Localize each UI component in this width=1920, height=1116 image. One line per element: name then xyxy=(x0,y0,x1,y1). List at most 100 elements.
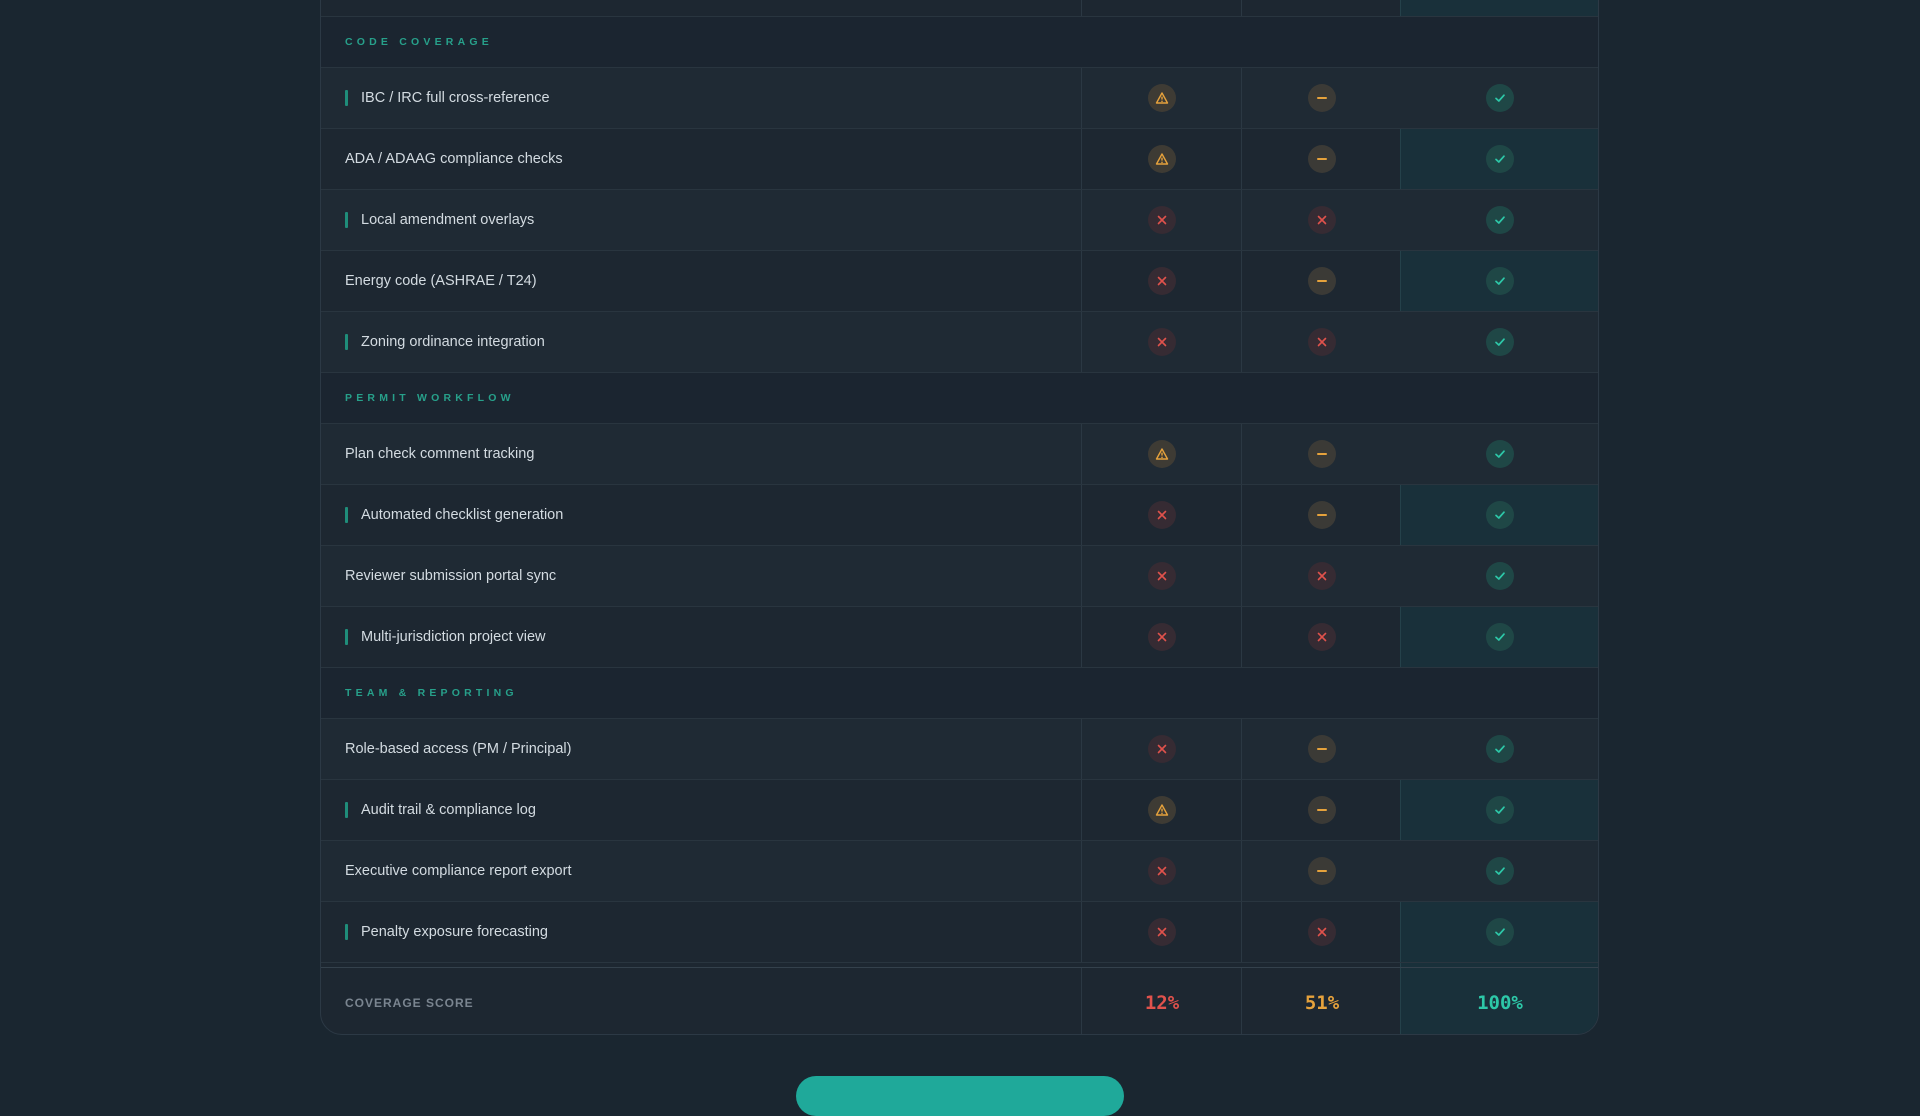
feature-label: Automated checklist generation xyxy=(345,485,563,545)
status-cell xyxy=(1081,129,1242,189)
row-accent-bar xyxy=(345,507,348,523)
status-cell xyxy=(1081,546,1242,606)
status-cell xyxy=(1241,902,1402,962)
status-cell xyxy=(1081,607,1242,667)
check-icon xyxy=(1486,562,1514,590)
close-x-icon xyxy=(1308,623,1336,651)
feature-row: Automated checklist generation xyxy=(321,485,1598,546)
status-cell xyxy=(1401,485,1598,545)
section-title: CODE COVERAGE xyxy=(345,36,493,48)
feature-label-text: Penalty exposure forecasting xyxy=(361,924,548,940)
close-x-icon xyxy=(1148,918,1176,946)
feature-row: Local amendment overlays xyxy=(321,190,1598,251)
row-accent-bar xyxy=(345,212,348,228)
feature-row: Zoning ordinance integration xyxy=(321,312,1598,373)
close-x-icon xyxy=(1148,501,1176,529)
coverage-score-label: COVERAGE SCORE xyxy=(345,995,474,1010)
feature-label-text: Audit trail & compliance log xyxy=(361,802,536,818)
feature-row: Audit trail & compliance log xyxy=(321,780,1598,841)
minus-icon xyxy=(1308,84,1336,112)
feature-row: ADA / ADAAG compliance checks xyxy=(321,129,1598,190)
section-header: CODE COVERAGE xyxy=(321,17,1598,68)
status-cell xyxy=(1401,68,1598,128)
feature-row: Penalty exposure forecasting xyxy=(321,902,1598,963)
status-cell xyxy=(1241,312,1402,372)
status-cell xyxy=(1241,129,1402,189)
close-x-icon xyxy=(1148,735,1176,763)
minus-icon xyxy=(1308,501,1336,529)
close-x-icon xyxy=(1308,918,1336,946)
minus-icon xyxy=(1308,857,1336,885)
comparison-table: CODE COVERAGE IBC / IRC full cross-refere… xyxy=(320,0,1599,1035)
score-competitor-a: 12% xyxy=(1144,991,1180,1014)
feature-label-text: Executive compliance report export xyxy=(345,863,572,879)
status-cell xyxy=(1081,902,1242,962)
close-x-icon xyxy=(1148,562,1176,590)
status-cell xyxy=(1401,607,1598,667)
check-icon xyxy=(1486,440,1514,468)
feature-label-text: Multi-jurisdiction project view xyxy=(361,629,546,645)
status-cell xyxy=(1241,424,1402,484)
minus-icon xyxy=(1308,145,1336,173)
section-header: TEAM & REPORTING xyxy=(321,668,1598,719)
feature-row: Role-based access (PM / Principal) xyxy=(321,719,1598,780)
warning-triangle-icon xyxy=(1148,84,1176,112)
check-icon xyxy=(1486,623,1514,651)
feature-label-text: Plan check comment tracking xyxy=(345,446,535,462)
score-competitor-b: 51% xyxy=(1304,991,1340,1014)
check-icon xyxy=(1486,328,1514,356)
status-cell xyxy=(1081,719,1242,779)
feature-row: Executive compliance report export xyxy=(321,841,1598,902)
status-cell xyxy=(1401,841,1598,901)
status-cell xyxy=(1241,190,1402,250)
feature-label: Energy code (ASHRAE / T24) xyxy=(345,251,537,311)
section-header: PERMIT WORKFLOW xyxy=(321,373,1598,424)
feature-label: Zoning ordinance integration xyxy=(345,312,545,372)
warning-triangle-icon xyxy=(1148,440,1176,468)
feature-row: Multi-jurisdiction project view xyxy=(321,607,1598,668)
feature-label-text: Zoning ordinance integration xyxy=(361,334,545,350)
status-cell xyxy=(1241,68,1402,128)
minus-icon xyxy=(1308,440,1336,468)
check-icon xyxy=(1486,267,1514,295)
status-cell xyxy=(1241,841,1402,901)
status-cell xyxy=(1401,780,1598,840)
check-icon xyxy=(1486,735,1514,763)
warning-triangle-icon xyxy=(1148,796,1176,824)
feature-row: Plan check comment tracking xyxy=(321,424,1598,485)
check-icon xyxy=(1486,857,1514,885)
close-x-icon xyxy=(1308,562,1336,590)
feature-label-text: IBC / IRC full cross-reference xyxy=(361,90,550,106)
minus-icon xyxy=(1308,735,1336,763)
status-cell xyxy=(1401,312,1598,372)
feature-label-text: ADA / ADAAG compliance checks xyxy=(345,151,563,167)
coverage-score-row: COVERAGE SCORE 12% 51% 100% xyxy=(321,967,1598,1034)
status-cell xyxy=(1241,607,1402,667)
check-icon xyxy=(1486,501,1514,529)
row-accent-bar xyxy=(345,334,348,350)
status-cell xyxy=(1241,251,1402,311)
feature-label: Role-based access (PM / Principal) xyxy=(345,719,571,779)
feature-label: Local amendment overlays xyxy=(345,190,534,250)
feature-label: ADA / ADAAG compliance checks xyxy=(345,129,563,189)
feature-row: IBC / IRC full cross-reference xyxy=(321,68,1598,129)
score-highlighted: 100% xyxy=(1477,991,1523,1014)
row-accent-bar xyxy=(345,629,348,645)
row-accent-bar xyxy=(345,90,348,106)
status-cell xyxy=(1081,251,1242,311)
cta-button[interactable] xyxy=(796,1076,1124,1116)
feature-row: Reviewer submission portal sync xyxy=(321,546,1598,607)
close-x-icon xyxy=(1148,623,1176,651)
section-title: TEAM & REPORTING xyxy=(345,687,518,699)
status-cell xyxy=(1241,780,1402,840)
status-cell xyxy=(1401,719,1598,779)
status-cell xyxy=(1401,251,1598,311)
warning-triangle-icon xyxy=(1148,145,1176,173)
status-cell xyxy=(1081,68,1242,128)
feature-label-text: Energy code (ASHRAE / T24) xyxy=(345,273,537,289)
check-icon xyxy=(1486,796,1514,824)
feature-label: Multi-jurisdiction project view xyxy=(345,607,546,667)
status-cell xyxy=(1081,485,1242,545)
close-x-icon xyxy=(1308,328,1336,356)
status-cell xyxy=(1401,190,1598,250)
